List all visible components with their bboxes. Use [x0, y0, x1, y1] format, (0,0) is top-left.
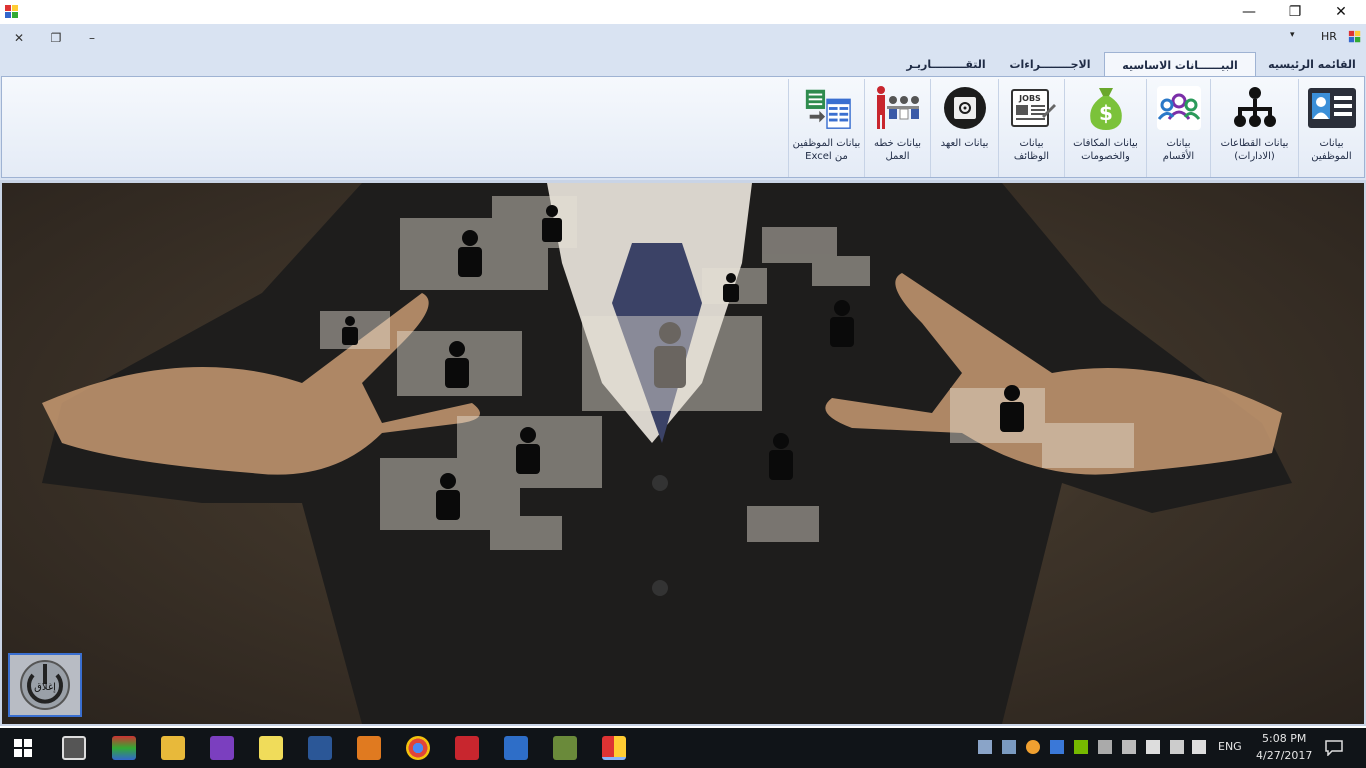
- word-icon[interactable]: [308, 736, 332, 760]
- sectors-data-label: بيانات القطاعات (الادارات): [1220, 138, 1289, 162]
- close-button[interactable]: ✕: [1318, 0, 1364, 24]
- ribbon-panel-basic-data: بيانات الموظفين بيانات القطاعات (الادارا…: [1, 76, 1365, 178]
- pdf-reader-icon[interactable]: [455, 736, 479, 760]
- people-group-icon: [1154, 83, 1204, 133]
- excel-import-icon: [802, 83, 852, 133]
- visual-studio-icon[interactable]: [210, 736, 234, 760]
- file-explorer-icon[interactable]: [161, 736, 185, 760]
- tray-printer-icon[interactable]: [1122, 740, 1136, 754]
- org-chart-icon: [1230, 83, 1280, 133]
- departments-data-button[interactable]: بيانات الأقسام: [1146, 79, 1210, 177]
- mdi-control-strip: ✕ ❐ – ▾ HR: [0, 24, 1366, 52]
- chrome-icon[interactable]: [406, 736, 430, 760]
- exit-button-label: إغلاق: [34, 682, 56, 693]
- battery-icon[interactable]: [1146, 740, 1160, 754]
- remote-desktop-icon[interactable]: [504, 736, 528, 760]
- tab-main-menu[interactable]: القائمه الرئيسيه: [1258, 52, 1366, 76]
- sublime-text-icon[interactable]: [62, 736, 86, 760]
- mdi-close-button[interactable]: ✕: [9, 28, 29, 48]
- custody-data-label: بيانات العهد: [940, 138, 989, 149]
- media-player-icon[interactable]: [357, 736, 381, 760]
- exit-button[interactable]: إغلاق: [8, 653, 82, 717]
- jobs-newspaper-icon: JOBS: [1007, 83, 1057, 133]
- tab-reports[interactable]: التقـــــــــاريـر: [896, 52, 996, 76]
- safe-icon: [940, 83, 990, 133]
- mdi-restore-button[interactable]: ❐: [46, 28, 66, 48]
- clock-time[interactable]: 5:08 PM: [1262, 732, 1306, 745]
- background-image: [2, 183, 1364, 724]
- quick-access-dropdown-icon[interactable]: ▾: [1290, 30, 1295, 40]
- bonuses-deductions-label: بيانات المكافات والخصومات: [1073, 138, 1138, 162]
- start-windows-icon[interactable]: [14, 739, 32, 757]
- employees-data-label: بيانات الموظفين: [1311, 138, 1352, 162]
- wifi-icon[interactable]: [1170, 740, 1184, 754]
- tray-updater-icon[interactable]: [1026, 740, 1040, 754]
- windows-taskbar: ENG 5:08 PM 4/27/2017: [0, 728, 1366, 768]
- main-content-area: [0, 180, 1366, 726]
- tab-procedures[interactable]: الاجــــــــراءات: [1000, 52, 1100, 76]
- money-bag-icon: $: [1081, 83, 1131, 133]
- tray-people-icon[interactable]: [1002, 740, 1016, 754]
- departments-data-label: بيانات الأقسام: [1162, 138, 1195, 162]
- minimize-button[interactable]: —: [1226, 0, 1272, 24]
- custody-data-button[interactable]: بيانات العهد: [930, 79, 998, 177]
- action-center-icon[interactable]: [1325, 740, 1343, 756]
- work-plan-button[interactable]: بيانات خطه العمل: [864, 79, 930, 177]
- books-app-icon[interactable]: [112, 736, 136, 760]
- excel-import-button[interactable]: بيانات الموظفين من Excel: [788, 79, 864, 177]
- mdi-minimize-button[interactable]: –: [82, 28, 102, 48]
- clock-date[interactable]: 4/27/2017: [1256, 749, 1312, 762]
- network-drive-icon[interactable]: [978, 740, 992, 754]
- sectors-data-button[interactable]: بيانات القطاعات (الادارات): [1210, 79, 1298, 177]
- restore-button[interactable]: ❐: [1272, 0, 1318, 24]
- bluetooth-icon[interactable]: [1050, 740, 1064, 754]
- tab-basic-data[interactable]: البيــــــانات الاساسيه: [1104, 52, 1256, 77]
- svg-text:$: $: [1099, 101, 1113, 125]
- jobs-icon-text: JOBS: [1018, 94, 1041, 103]
- window-title-bar: — ❐ ✕: [0, 0, 1366, 24]
- nvidia-icon[interactable]: [1074, 740, 1088, 754]
- tray-display-icon[interactable]: [1098, 740, 1112, 754]
- employees-data-button[interactable]: بيانات الموظفين: [1298, 79, 1364, 177]
- input-language[interactable]: ENG: [1218, 740, 1242, 753]
- ribbon-tab-row: القائمه الرئيسيه البيــــــانات الاساسيه…: [0, 52, 1366, 77]
- mdi-app-icon: [1348, 30, 1361, 43]
- team-plan-icon: [873, 83, 923, 133]
- excel-import-label: بيانات الموظفين من Excel: [792, 138, 861, 162]
- jobs-data-label: بيانات الوظائف: [1013, 138, 1050, 162]
- work-plan-label: بيانات خطه العمل: [873, 138, 922, 162]
- ribbon: بيانات الموظفين بيانات القطاعات (الادارا…: [0, 76, 1366, 180]
- volume-icon[interactable]: [1192, 740, 1206, 754]
- mdi-title-label: HR: [1321, 30, 1337, 43]
- app-icon: [5, 5, 18, 18]
- jobs-data-button[interactable]: JOBS بيانات الوظائف: [998, 79, 1064, 177]
- employee-card-icon: [1307, 83, 1357, 133]
- hr-app-taskbar-icon[interactable]: [602, 736, 626, 760]
- bonuses-deductions-button[interactable]: $ بيانات المكافات والخصومات: [1064, 79, 1146, 177]
- sticky-notes-icon[interactable]: [259, 736, 283, 760]
- power-icon: إغلاق: [20, 660, 70, 710]
- tools-app-icon[interactable]: [553, 736, 577, 760]
